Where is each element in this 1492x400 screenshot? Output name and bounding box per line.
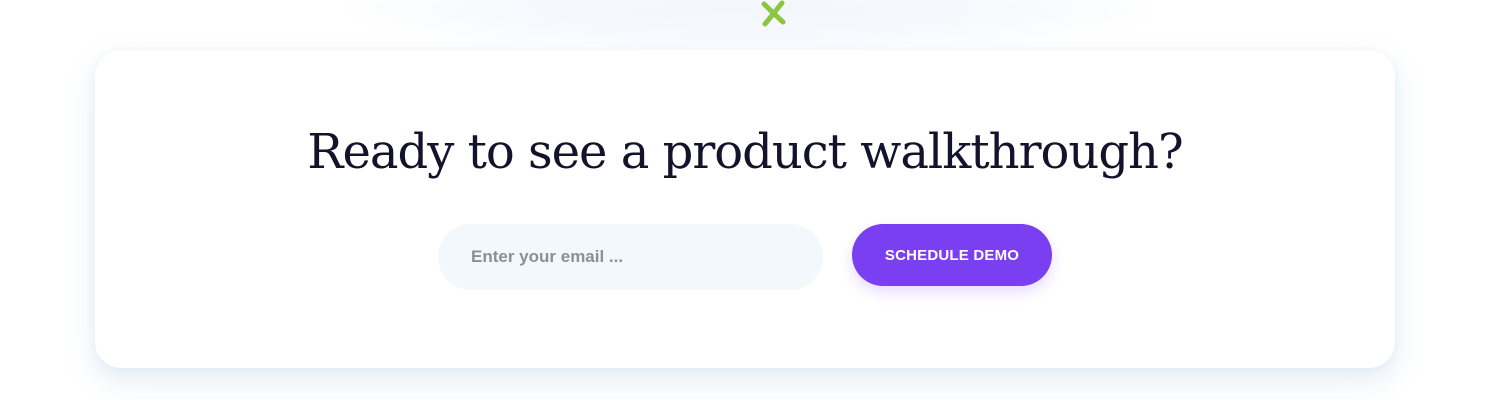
- background-glow: [350, 0, 1150, 50]
- cross-sparkle-icon: [761, 0, 786, 27]
- page: Ready to see a product walkthrough? SCHE…: [0, 0, 1492, 400]
- email-input[interactable]: [438, 224, 823, 290]
- schedule-demo-button[interactable]: SCHEDULE DEMO: [852, 224, 1052, 286]
- demo-cta-card: Ready to see a product walkthrough? SCHE…: [95, 50, 1395, 368]
- cta-heading: Ready to see a product walkthrough?: [307, 124, 1183, 180]
